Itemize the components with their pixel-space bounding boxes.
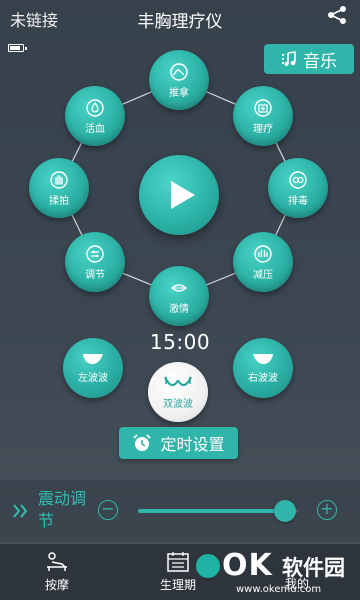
mode-button-tiaojie[interactable]: 调节 (65, 232, 125, 292)
increase-button[interactable]: + (317, 500, 337, 520)
lips-icon (170, 283, 188, 292)
music-note-icon (282, 51, 296, 66)
right-breast-icon (253, 354, 273, 365)
bra-icon (164, 376, 192, 387)
watermark-brand: OK (222, 548, 273, 583)
left-wave-button[interactable]: 左波波 (63, 338, 123, 398)
watermark-name: 软件园 (282, 556, 345, 580)
mode-label: 排毒 (288, 195, 308, 207)
wave-label: 双波波 (163, 399, 193, 410)
watermark-url: www.okemu.com (236, 584, 322, 595)
vibration-slider[interactable] (138, 500, 298, 522)
mode-label: 活血 (85, 123, 105, 135)
nav-item-massage[interactable]: 按摩 (12, 544, 102, 600)
mode-label: 调节 (85, 269, 105, 281)
mode-button-jiqing[interactable]: 激情 (149, 266, 209, 326)
alarm-clock-icon (133, 434, 152, 451)
vibration-control: 震动调节 − + (0, 480, 360, 542)
wave-label: 左波波 (78, 373, 108, 384)
nav-label: 按摩 (44, 578, 69, 592)
share-icon[interactable] (326, 5, 348, 25)
watermark-logo-icon (196, 554, 220, 578)
wave-label: 右波波 (248, 373, 278, 384)
mode-button-paidu[interactable]: 排毒 (268, 158, 328, 218)
right-wave-button[interactable]: 右波波 (233, 338, 293, 398)
mode-label: 揉拍 (49, 195, 69, 207)
relax-icon (254, 244, 272, 263)
blood-drop-icon (86, 98, 104, 117)
slider-handle[interactable] (274, 500, 297, 522)
page-title: 丰胸理疗仪 (137, 12, 223, 32)
mode-label: 推拿 (169, 87, 189, 99)
mode-label: 激情 (169, 303, 189, 315)
massage-icon (170, 62, 188, 81)
nav-label: 生理期 (159, 578, 196, 592)
mode-button-jianya[interactable]: 减压 (233, 232, 293, 292)
timer-display: 15:00 (149, 330, 211, 354)
mode-label: 理疗 (253, 123, 273, 135)
mode-button-liliao[interactable]: 理疗 (233, 86, 293, 146)
detox-icon (289, 170, 307, 189)
both-wave-button[interactable]: 双波波 (148, 362, 208, 422)
left-breast-icon (83, 354, 103, 365)
battery-icon (8, 44, 27, 52)
double-chevron-icon (13, 504, 28, 518)
watermark: OK 软件园 www.okemu.com (196, 548, 354, 598)
calendar-icon (167, 552, 189, 572)
massage-bed-icon (47, 552, 67, 571)
music-button[interactable]: 音乐 (264, 44, 354, 74)
timer-settings-label: 定时设置 (160, 435, 225, 454)
timer-settings-button[interactable]: 定时设置 (119, 427, 238, 459)
decrease-button[interactable]: − (98, 500, 118, 520)
vibration-label: 震动调节 (38, 489, 87, 530)
play-icon (171, 181, 195, 209)
top-bar: 未链接 丰胸理疗仪 (0, 0, 360, 36)
mode-button-tuina[interactable]: 推拿 (149, 50, 209, 110)
mode-button-roupai[interactable]: 揉拍 (29, 158, 89, 218)
music-label: 音乐 (303, 51, 337, 72)
play-button[interactable] (139, 155, 219, 235)
slider-fill (138, 509, 286, 513)
adjust-icon (86, 244, 104, 263)
medical-kit-icon (254, 98, 272, 117)
hand-icon (50, 170, 68, 189)
mode-label: 减压 (253, 269, 273, 281)
mode-button-huoxue[interactable]: 活血 (65, 86, 125, 146)
